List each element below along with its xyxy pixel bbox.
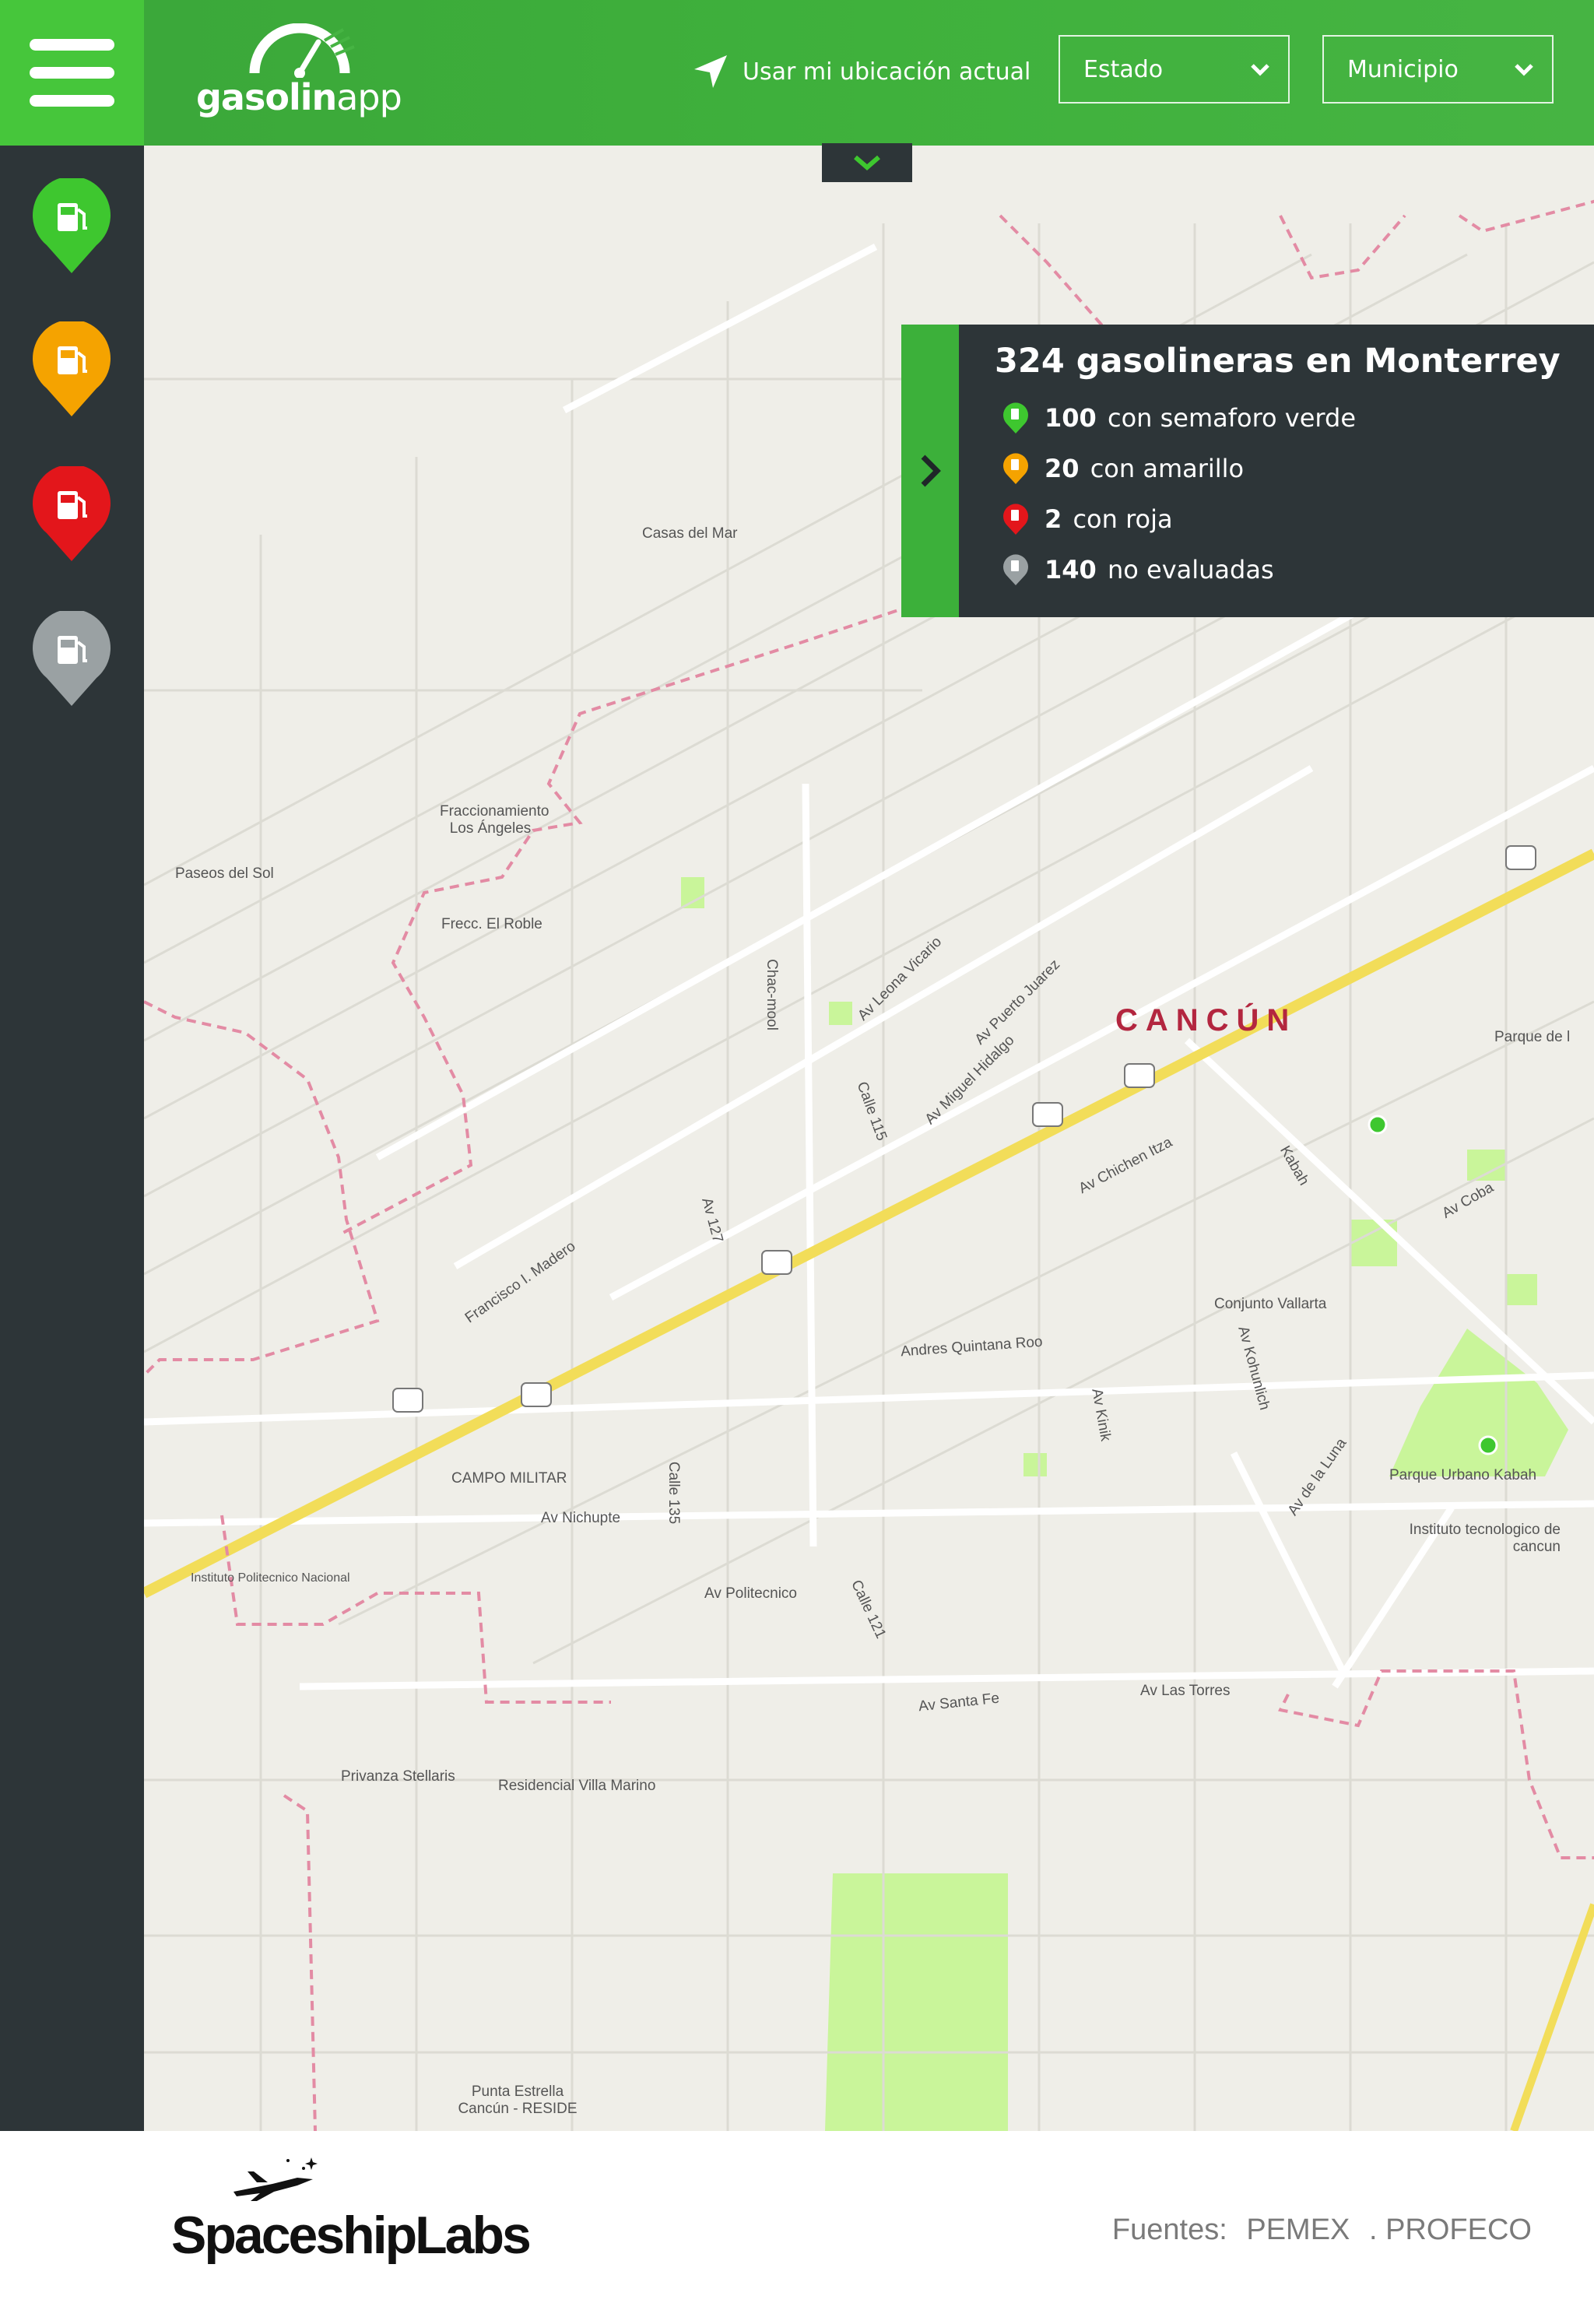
map-label: Conjunto Vallarta xyxy=(1214,1296,1327,1312)
stat-count: 20 xyxy=(1045,454,1080,483)
map-label: Av Las Torres xyxy=(1140,1683,1231,1699)
app-name-bold: gasolin xyxy=(196,76,337,118)
use-location-button[interactable]: Usar mi ubicación actual xyxy=(693,47,1030,97)
filter-sidebar xyxy=(0,146,144,2131)
gas-station-green-icon xyxy=(33,176,111,273)
map-label: Paseos del Sol xyxy=(175,865,274,882)
spaceship-icon xyxy=(233,2157,318,2201)
stat-label: con roja xyxy=(1073,504,1173,534)
chevron-down-icon xyxy=(1251,64,1269,76)
stat-label: con semaforo verde xyxy=(1107,403,1356,433)
menu-button[interactable] xyxy=(0,0,144,146)
map-label: Calle 135 xyxy=(665,1461,683,1525)
map-label: Fraccionamiento Los Ángeles xyxy=(440,803,549,837)
stat-row-gray: 140 no evaluadas xyxy=(1002,550,1274,589)
app-name: gasolinapp xyxy=(196,76,402,118)
stations-summary-panel: 324 gasolineras en Monterrey 100 con sem… xyxy=(901,325,1594,617)
map-label: Av Politecnico xyxy=(704,1585,797,1602)
filter-gray-pin[interactable] xyxy=(31,609,112,707)
gas-station-gray-icon xyxy=(33,609,111,706)
menu-icon xyxy=(30,39,114,51)
use-location-label: Usar mi ubicación actual xyxy=(743,58,1031,86)
gas-station-gray-icon xyxy=(1003,554,1028,585)
state-select[interactable]: Estado xyxy=(1059,35,1290,104)
city-label: CANCÚN xyxy=(1115,1003,1297,1037)
stat-count: 100 xyxy=(1045,403,1097,433)
state-select-value: Estado xyxy=(1083,55,1164,83)
map-label: Parque de l xyxy=(1494,1029,1571,1045)
chevron-down-icon xyxy=(1515,64,1533,76)
panel-toggle-button[interactable] xyxy=(901,325,959,617)
filter-red-pin[interactable] xyxy=(31,464,112,563)
source-link-pemex[interactable]: PEMEX xyxy=(1246,2213,1350,2246)
filter-green-pin[interactable] xyxy=(31,176,112,275)
municipality-select[interactable]: Municipio xyxy=(1322,35,1554,104)
gas-station-green-icon xyxy=(1003,402,1028,434)
map-label: Punta Estrella Cancún - RESIDE xyxy=(458,2084,578,2117)
map-label: Chac-mool xyxy=(763,959,780,1030)
stat-text: 20 con amarillo xyxy=(1045,454,1244,483)
footer: SpaceshipLabs Fuentes: PEMEX . PROFECO xyxy=(0,2131,1594,2324)
filter-yellow-pin[interactable] xyxy=(31,319,112,418)
speedometer-icon xyxy=(249,23,355,78)
sources-label: Fuentes: xyxy=(1111,2213,1227,2246)
app-logo[interactable]: gasolinapp xyxy=(196,23,402,125)
gas-station-yellow-icon xyxy=(33,319,111,416)
map-label: Residencial Villa Marino xyxy=(498,1778,656,1794)
chevron-down-icon xyxy=(854,155,880,170)
stat-label: con amarillo xyxy=(1090,454,1245,483)
top-bar: gasolinapp Usar mi ubicación actual Esta… xyxy=(0,0,1594,146)
stat-label: no evaluadas xyxy=(1107,555,1274,585)
gas-station-yellow-icon xyxy=(1003,453,1028,484)
source-link-profeco[interactable]: . PROFECO xyxy=(1369,2213,1532,2246)
map-label: Av Nichupte xyxy=(541,1510,621,1526)
stat-count: 2 xyxy=(1045,504,1062,534)
menu-icon-bar xyxy=(30,95,114,107)
location-arrow-icon xyxy=(694,55,727,88)
map-label: Frecc. El Roble xyxy=(441,916,542,932)
stat-row-yellow: 20 con amarillo xyxy=(1002,449,1244,488)
stat-count: 140 xyxy=(1045,555,1097,585)
app-name-light: app xyxy=(336,76,402,118)
map-label: Casas del Mar xyxy=(642,525,738,542)
sources: Fuentes: PEMEX . PROFECO xyxy=(1112,2213,1532,2247)
map-label: CAMPO MILITAR xyxy=(451,1470,567,1487)
collapse-header-button[interactable] xyxy=(822,143,912,182)
stat-text: 100 con semaforo verde xyxy=(1045,403,1356,433)
brand-logo[interactable]: SpaceshipLabs xyxy=(171,2205,532,2266)
menu-icon-bar xyxy=(30,67,114,79)
map-label: Parque Urbano Kabah xyxy=(1389,1467,1537,1483)
stat-text: 2 con roja xyxy=(1045,504,1173,534)
panel-title: 324 gasolineras en Monterrey xyxy=(995,342,1561,381)
map-label: Instituto Politecnico Nacional xyxy=(191,1571,350,1585)
gas-station-red-icon xyxy=(1003,504,1028,535)
municipality-select-value: Municipio xyxy=(1347,55,1459,83)
chevron-right-icon xyxy=(921,455,941,487)
gas-station-red-icon xyxy=(33,464,111,561)
stat-row-green: 100 con semaforo verde xyxy=(1002,398,1356,437)
map-label: Privanza Stellaris xyxy=(341,1768,455,1785)
stat-row-red: 2 con roja xyxy=(1002,500,1173,539)
stat-text: 140 no evaluadas xyxy=(1045,555,1274,585)
map-label: Instituto tecnologico de cancun xyxy=(1409,1522,1561,1555)
